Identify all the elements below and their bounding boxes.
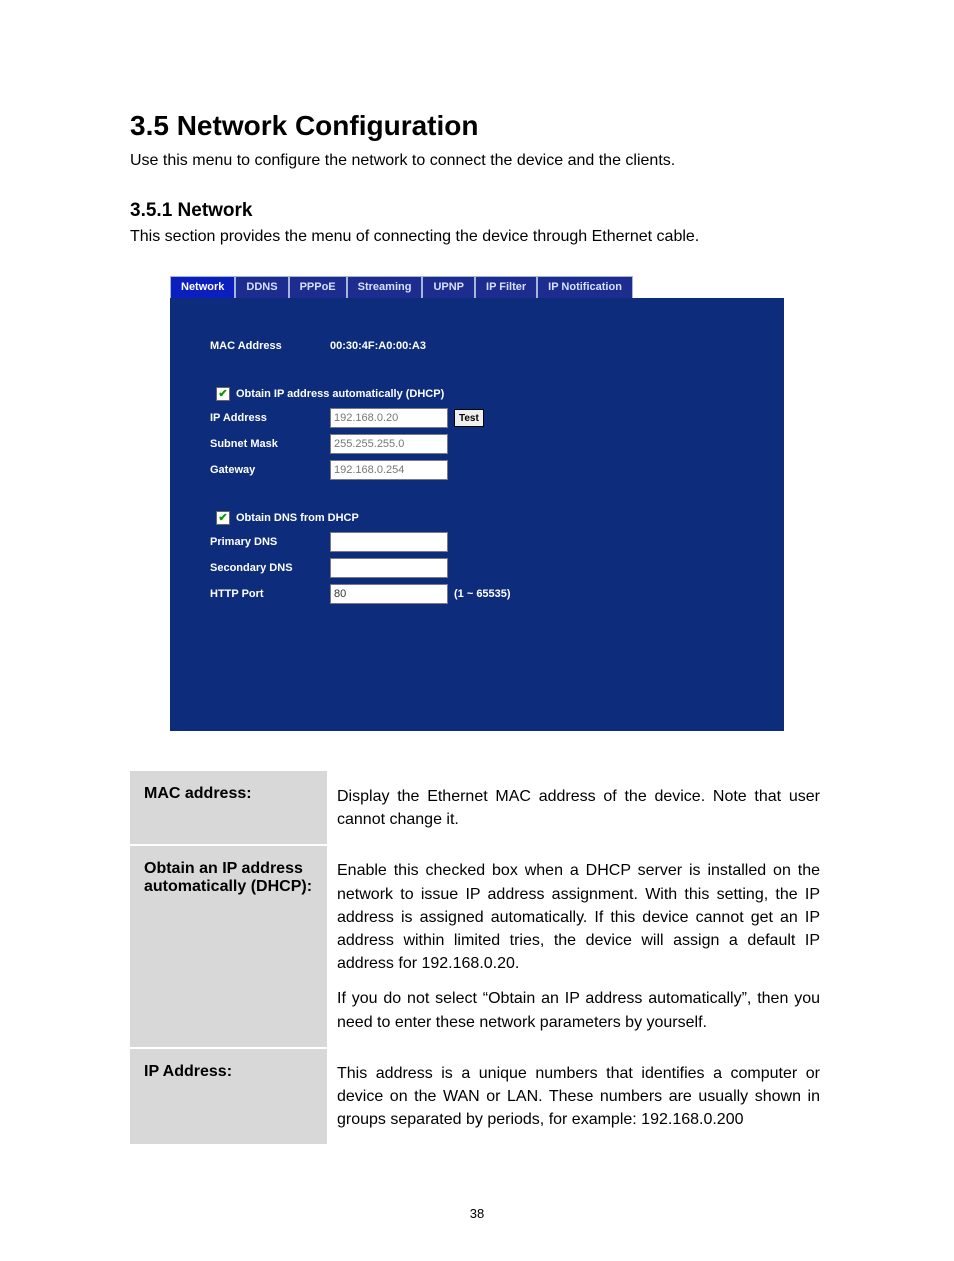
ip-address-input[interactable] (330, 408, 448, 428)
gateway-row: Gateway (210, 459, 744, 481)
secondary-dns-label: Secondary DNS (210, 562, 330, 574)
primary-dns-row: Primary DNS (210, 531, 744, 553)
tab-upnp[interactable]: UPNP (422, 276, 475, 298)
http-port-label: HTTP Port (210, 588, 330, 600)
network-config-panel: NetworkDDNSPPPoEStreamingUPNPIP FilterIP… (170, 276, 784, 731)
dns-dhcp-checkbox[interactable]: ✔ (216, 511, 230, 525)
dhcp-checkbox-label: Obtain IP address automatically (DHCP) (236, 388, 444, 400)
subsection-heading: 3.5.1 Network (130, 200, 824, 222)
ip-address-label: IP Address (210, 412, 330, 424)
gateway-input[interactable] (330, 460, 448, 480)
tab-bar: NetworkDDNSPPPoEStreamingUPNPIP FilterIP… (170, 276, 784, 298)
ip-address-row: IP Address Test (210, 407, 744, 429)
tab-network[interactable]: Network (170, 276, 235, 298)
desc-definition: This address is a unique numbers that id… (327, 1048, 824, 1146)
desc-term: IP Address: (130, 1048, 327, 1146)
description-table: MAC address:Display the Ethernet MAC add… (130, 771, 824, 1146)
desc-term: MAC address: (130, 771, 327, 845)
primary-dns-input[interactable] (330, 532, 448, 552)
section-heading: 3.5 Network Configuration (130, 110, 824, 142)
http-port-input[interactable] (330, 584, 448, 604)
dns-dhcp-checkbox-label: Obtain DNS from DHCP (236, 512, 359, 524)
gateway-label: Gateway (210, 464, 330, 476)
test-button[interactable]: Test (454, 409, 484, 427)
subnet-mask-label: Subnet Mask (210, 438, 330, 450)
desc-definition: Enable this checked box when a DHCP serv… (327, 845, 824, 1047)
dhcp-checkbox[interactable]: ✔ (216, 387, 230, 401)
tab-ip-notification[interactable]: IP Notification (537, 276, 633, 298)
secondary-dns-input[interactable] (330, 558, 448, 578)
mac-address-row: MAC Address 00:30:4F:A0:00:A3 (210, 335, 744, 357)
mac-address-label: MAC Address (210, 340, 330, 352)
subnet-mask-row: Subnet Mask (210, 433, 744, 455)
tab-ddns[interactable]: DDNS (235, 276, 288, 298)
dns-dhcp-checkbox-row[interactable]: ✔ Obtain DNS from DHCP (216, 511, 744, 525)
tab-pppoe[interactable]: PPPoE (289, 276, 347, 298)
mac-address-value: 00:30:4F:A0:00:A3 (330, 340, 426, 352)
panel-body: MAC Address 00:30:4F:A0:00:A3 ✔ Obtain I… (170, 298, 784, 731)
http-port-row: HTTP Port (1 ~ 65535) (210, 583, 744, 605)
subsection-intro: This section provides the menu of connec… (130, 228, 824, 246)
page-number: 38 (130, 1206, 824, 1221)
primary-dns-label: Primary DNS (210, 536, 330, 548)
section-intro: Use this menu to configure the network t… (130, 152, 824, 170)
secondary-dns-row: Secondary DNS (210, 557, 744, 579)
desc-definition: Display the Ethernet MAC address of the … (327, 771, 824, 845)
dhcp-checkbox-row[interactable]: ✔ Obtain IP address automatically (DHCP) (216, 387, 744, 401)
tab-ip-filter[interactable]: IP Filter (475, 276, 537, 298)
subnet-mask-input[interactable] (330, 434, 448, 454)
http-port-hint: (1 ~ 65535) (454, 588, 511, 600)
tab-streaming[interactable]: Streaming (347, 276, 423, 298)
desc-term: Obtain an IP address automatically (DHCP… (130, 845, 327, 1047)
